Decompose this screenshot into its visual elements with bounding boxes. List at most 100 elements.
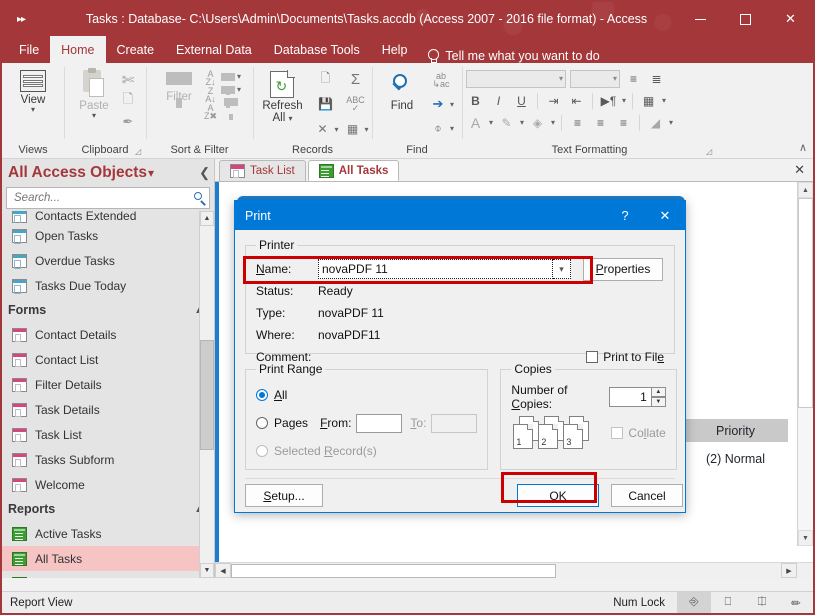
tab-external-data[interactable]: External Data	[165, 36, 263, 63]
collapse-ribbon-icon[interactable]: ∧	[799, 141, 807, 154]
text-formatting-dialog-launcher[interactable]: ◿	[706, 147, 715, 156]
range-pages-radio[interactable]	[256, 417, 268, 429]
save-record-icon[interactable]: 💾	[315, 94, 335, 114]
properties-button[interactable]: Properties	[583, 257, 663, 281]
scroll-track-bottom[interactable]	[200, 449, 214, 563]
chevron-down-icon[interactable]: ▾	[489, 118, 493, 127]
print-preview-icon[interactable]: ⎕	[711, 592, 745, 614]
totals-icon[interactable]: Σ	[346, 69, 366, 89]
ok-button[interactable]: OK	[517, 484, 599, 507]
chevron-down-icon[interactable]: ▾	[662, 96, 666, 105]
help-icon[interactable]: ?	[605, 201, 645, 230]
list-item[interactable]: Task Details	[2, 397, 214, 422]
collate-checkbox[interactable]	[611, 427, 624, 439]
range-selected-records-radio[interactable]	[256, 445, 268, 457]
numbering-icon[interactable]: ≣	[647, 69, 666, 88]
decrease-indent-icon[interactable]: ⇥	[544, 91, 563, 110]
align-right-icon[interactable]: ≡	[614, 113, 633, 132]
font-name-combo[interactable]: ▾	[466, 69, 566, 88]
scroll-thumb[interactable]	[798, 198, 813, 408]
chevron-down-icon[interactable]: ▾	[365, 125, 369, 134]
list-item[interactable]: Contact Details	[2, 322, 214, 347]
copies-increment-button[interactable]: ▲	[650, 387, 666, 397]
bullets-icon[interactable]: ≡	[624, 69, 643, 88]
minimize-button[interactable]	[678, 2, 723, 36]
close-icon[interactable]: ✕	[768, 2, 813, 36]
find-button[interactable]: Find	[380, 70, 424, 112]
list-item[interactable]: Open Tasks	[2, 223, 214, 248]
scroll-track[interactable]	[798, 408, 813, 530]
range-all-radio[interactable]	[256, 389, 268, 401]
nav-group-reports[interactable]: Reports ▲	[2, 497, 214, 521]
increase-indent-icon[interactable]: ⇤	[567, 91, 586, 110]
list-item[interactable]: Contact List	[2, 347, 214, 372]
tab-file[interactable]: File	[8, 36, 51, 63]
from-input[interactable]	[356, 413, 403, 433]
tell-me-box[interactable]: Tell me what you want to do	[426, 49, 600, 63]
tab-home[interactable]: Home	[50, 36, 106, 63]
report-vertical-scrollbar[interactable]: ▲ ▼	[797, 182, 813, 546]
shutter-bar-toggle[interactable]: ❮	[199, 165, 210, 181]
printer-name-input[interactable]: novaPDF 11	[318, 259, 553, 279]
new-record-icon[interactable]: 🗋	[315, 69, 335, 89]
go-to-icon[interactable]: ➔	[428, 94, 448, 114]
font-size-combo[interactable]: ▾	[570, 69, 620, 88]
tab-all-tasks[interactable]: All Tasks	[307, 160, 400, 181]
chevron-down-icon[interactable]: ▾	[334, 125, 338, 134]
sort-ascending-icon[interactable]: A Z↓	[205, 70, 215, 87]
scroll-down-button[interactable]: ▼	[200, 563, 214, 578]
italic-button[interactable]: I	[489, 91, 508, 110]
sidebar-item-all-tasks[interactable]: All Tasks	[2, 546, 214, 571]
list-item[interactable]: Task List	[2, 422, 214, 447]
list-item[interactable]: Overdue Tasks	[2, 248, 214, 273]
chevron-down-icon[interactable]: ▾	[237, 85, 241, 94]
advanced-filter-icon[interactable]	[221, 85, 236, 108]
tab-help[interactable]: Help	[371, 36, 419, 63]
tab-task-list[interactable]: Task List	[219, 160, 306, 181]
align-left-icon[interactable]: ≡	[568, 113, 587, 132]
list-item[interactable]: Active Tasks	[2, 521, 214, 546]
chevron-down-icon[interactable]: ▾	[92, 112, 96, 120]
spelling-icon[interactable]: ABC ✓	[346, 94, 366, 114]
maximize-button[interactable]	[723, 2, 768, 36]
chevron-down-icon[interactable]: ▾	[148, 166, 154, 180]
select-icon[interactable]: ⌽	[428, 118, 448, 138]
paste-button[interactable]: Paste ▾	[72, 68, 116, 120]
text-highlight-icon[interactable]: ✎	[497, 113, 516, 132]
background-color-icon[interactable]: ◈	[528, 113, 547, 132]
filter-button[interactable]: Filter	[158, 70, 200, 108]
report-horizontal-scrollbar[interactable]: ◀ ▶	[215, 562, 813, 578]
cancel-button[interactable]: Cancel	[611, 484, 683, 507]
text-direction-icon[interactable]: ▶¶	[599, 91, 618, 110]
toggle-filter-icon[interactable]	[224, 98, 239, 120]
chevron-down-icon[interactable]: ▾	[288, 114, 292, 123]
scroll-left-button[interactable]: ◀	[215, 563, 231, 578]
list-item[interactable]: Tasks Due Today	[2, 273, 214, 298]
report-view-icon[interactable]: ⎆	[677, 591, 711, 613]
navigation-scrollbar[interactable]: ▲ ▼	[199, 211, 214, 578]
to-input[interactable]	[431, 413, 478, 433]
chevron-down-icon[interactable]: ▾	[450, 124, 454, 133]
delete-record-icon[interactable]: ✕	[312, 119, 332, 139]
close-document-icon[interactable]: ✕	[794, 162, 805, 178]
tab-create[interactable]: Create	[106, 36, 166, 63]
alternate-row-color-icon[interactable]: ◢	[646, 113, 665, 132]
quick-access-toolbar-icon[interactable]: ▸▸	[2, 14, 40, 25]
selection-filter-icon[interactable]	[221, 72, 236, 95]
search-input[interactable]	[12, 191, 192, 205]
scroll-right-button[interactable]: ▶	[781, 563, 797, 578]
close-icon[interactable]: ✕	[645, 201, 685, 230]
gridlines-icon[interactable]: ▦	[639, 91, 658, 110]
more-records-icon[interactable]: ▦	[343, 119, 363, 139]
refresh-all-button[interactable]: ↻ Refresh All ▾	[256, 69, 308, 124]
underline-button[interactable]: U	[512, 91, 531, 110]
copies-decrement-button[interactable]: ▼	[650, 397, 666, 407]
chevron-down-icon[interactable]: ▾	[622, 96, 626, 105]
chevron-down-icon[interactable]: ▾	[450, 100, 454, 109]
copy-icon[interactable]: 🗋	[118, 91, 138, 111]
scroll-down-button[interactable]: ▼	[798, 530, 813, 546]
layout-view-icon[interactable]: ⎅	[745, 592, 779, 614]
number-of-copies-stepper[interactable]: 1 ▲ ▼	[608, 387, 666, 407]
remove-sort-icon[interactable]: A Z✖	[204, 104, 217, 121]
number-of-copies-value[interactable]: 1	[608, 387, 651, 407]
